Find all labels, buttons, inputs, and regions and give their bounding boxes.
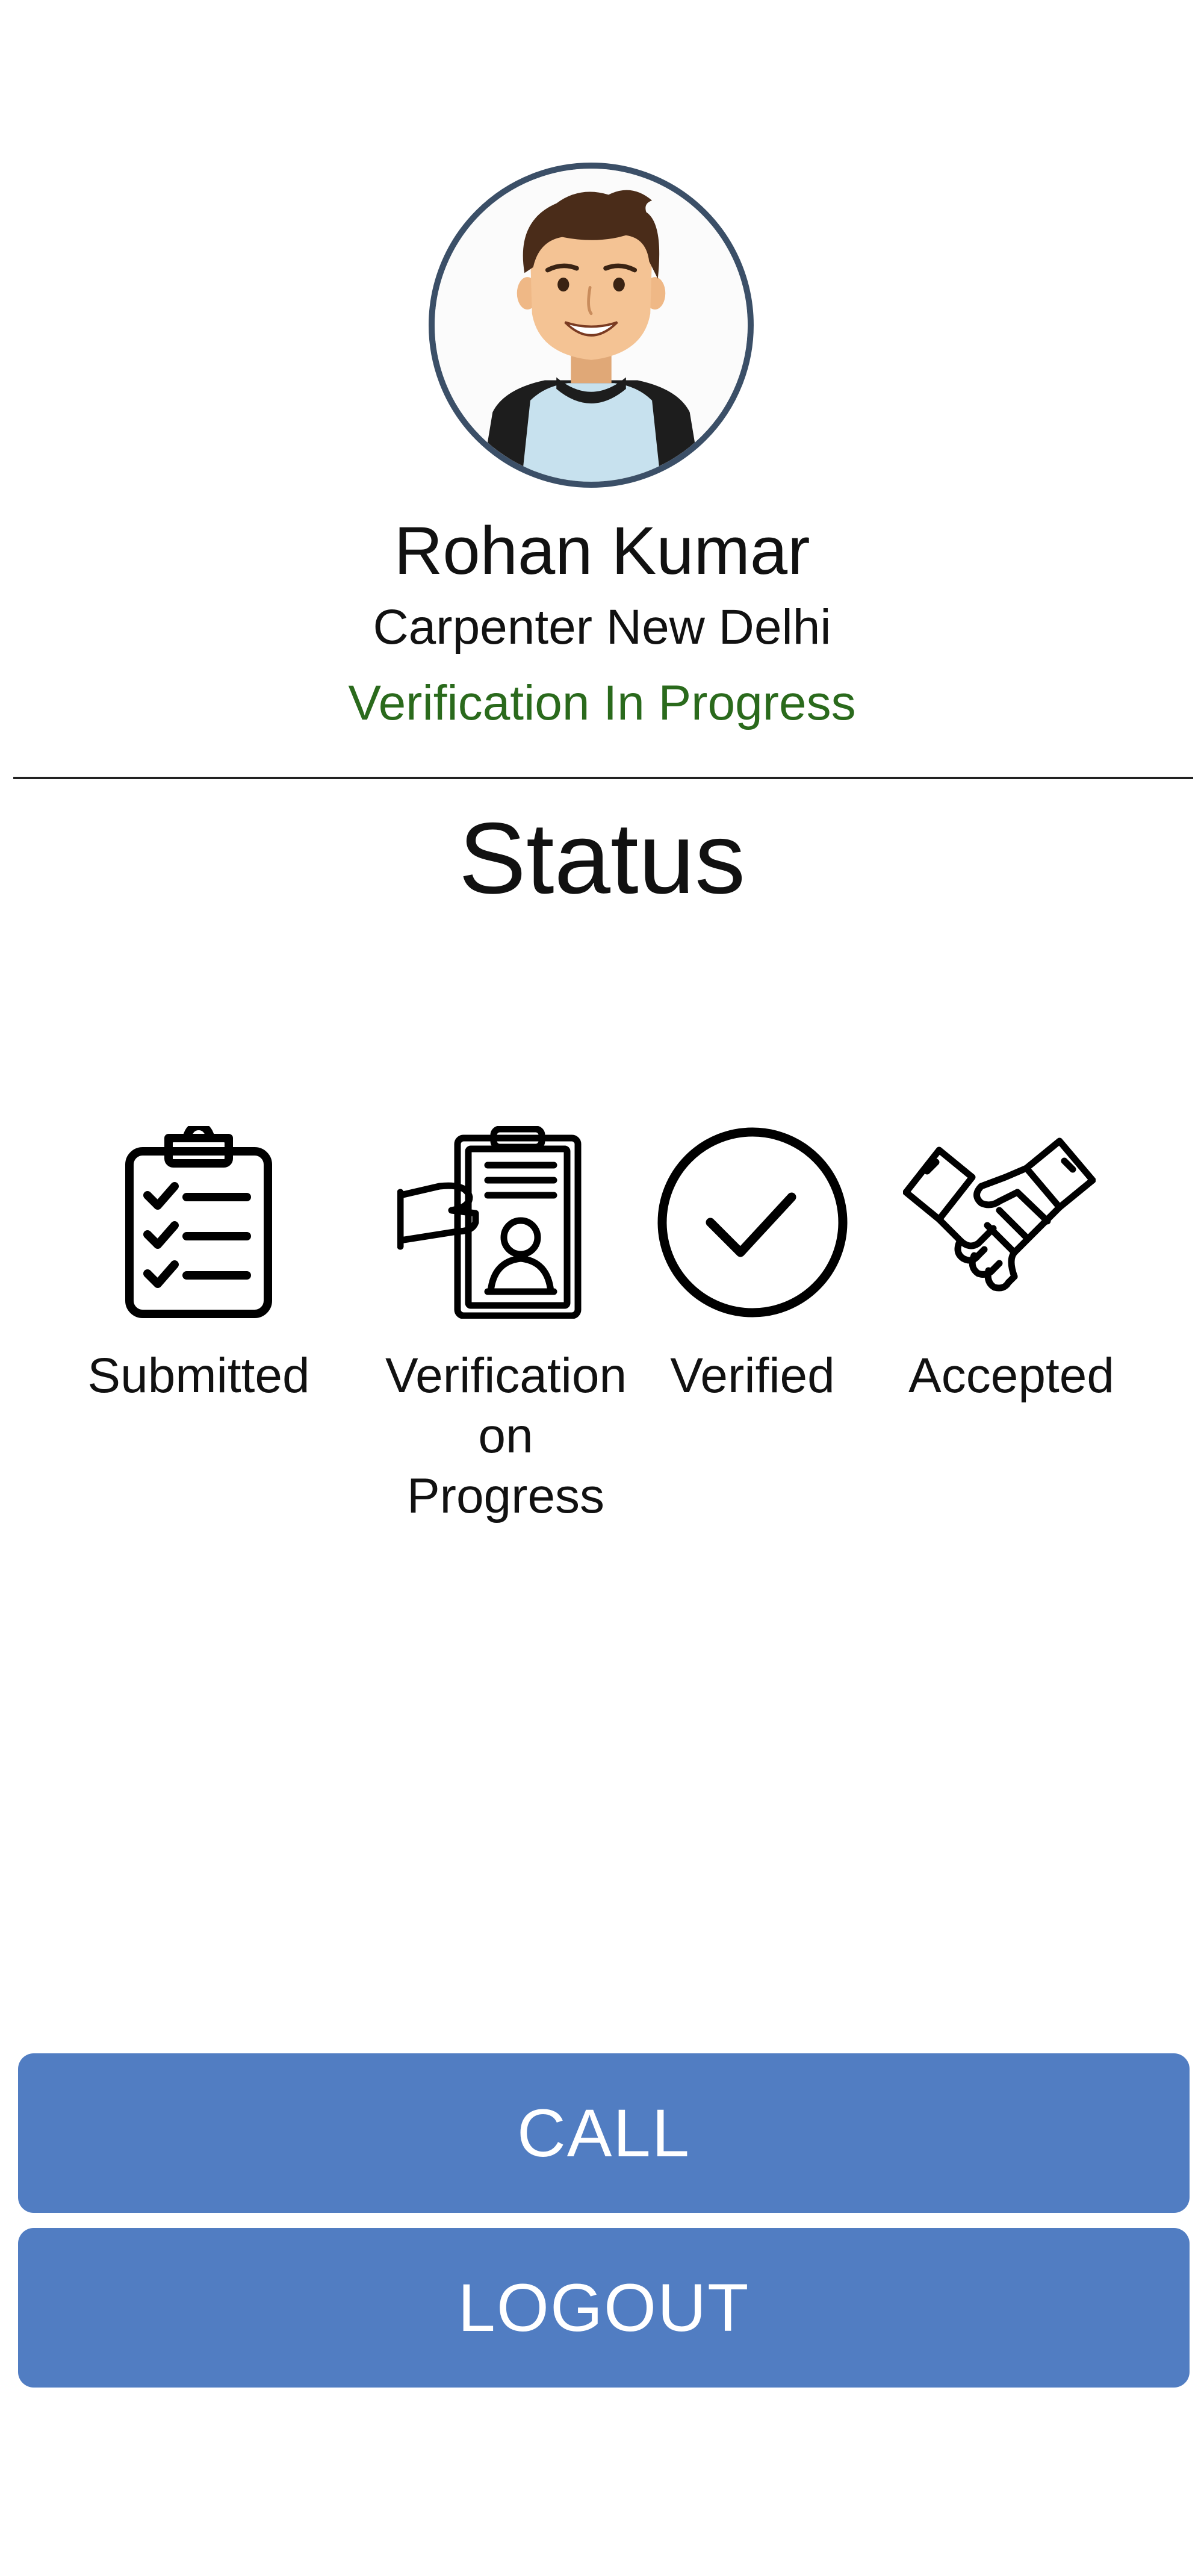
status-step-verified: Verified: [653, 1126, 870, 1487]
status-step-verification: Verification on Progress: [385, 1126, 627, 1548]
status-step-label: Submitted: [87, 1348, 310, 1403]
status-step-accepted: Accepted: [903, 1126, 1120, 1487]
call-button[interactable]: CALL: [18, 2053, 1190, 2213]
verification-status-text: Verification In Progress: [348, 676, 856, 730]
status-step-label: Verification on Progress: [385, 1348, 627, 1523]
divider: [13, 777, 1193, 779]
profile-name: Rohan Kumar: [394, 513, 810, 588]
id-card-document-icon: [397, 1126, 590, 1319]
logout-button[interactable]: LOGOUT: [18, 2228, 1190, 2388]
profile-role-location: Carpenter New Delhi: [373, 600, 831, 655]
status-step-label: Verified: [670, 1348, 835, 1403]
check-circle-icon: [656, 1126, 849, 1319]
avatar: [429, 163, 754, 488]
status-step-label: Accepted: [908, 1348, 1114, 1403]
clipboard-checklist-icon: [102, 1126, 295, 1319]
handshake-icon: [903, 1126, 1096, 1319]
status-step-submitted: Submitted: [87, 1126, 310, 1487]
status-section-title: Status: [458, 801, 746, 915]
